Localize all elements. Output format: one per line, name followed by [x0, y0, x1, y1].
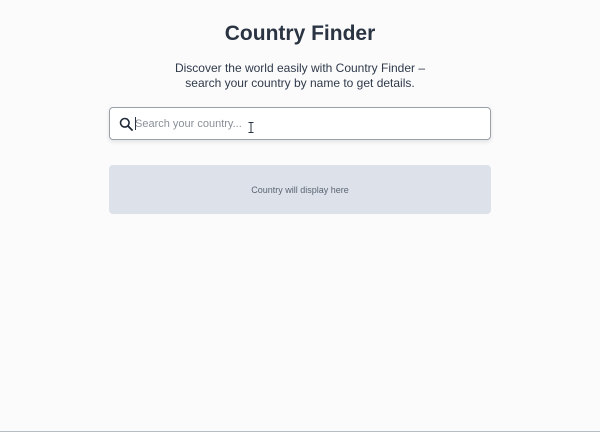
page-title: Country Finder: [224, 22, 376, 45]
country-result-panel: Country will display here: [109, 165, 491, 214]
page-subtitle: Discover the world easily with Country F…: [174, 61, 426, 90]
result-placeholder-text: Country will display here: [251, 184, 349, 195]
text-caret: [135, 117, 136, 130]
search-icon: [119, 117, 133, 131]
page: Country Finder Discover the world easily…: [0, 0, 600, 432]
search-input[interactable]: [135, 108, 475, 139]
search-box[interactable]: [109, 107, 491, 140]
text-cursor-icon: [248, 122, 254, 133]
